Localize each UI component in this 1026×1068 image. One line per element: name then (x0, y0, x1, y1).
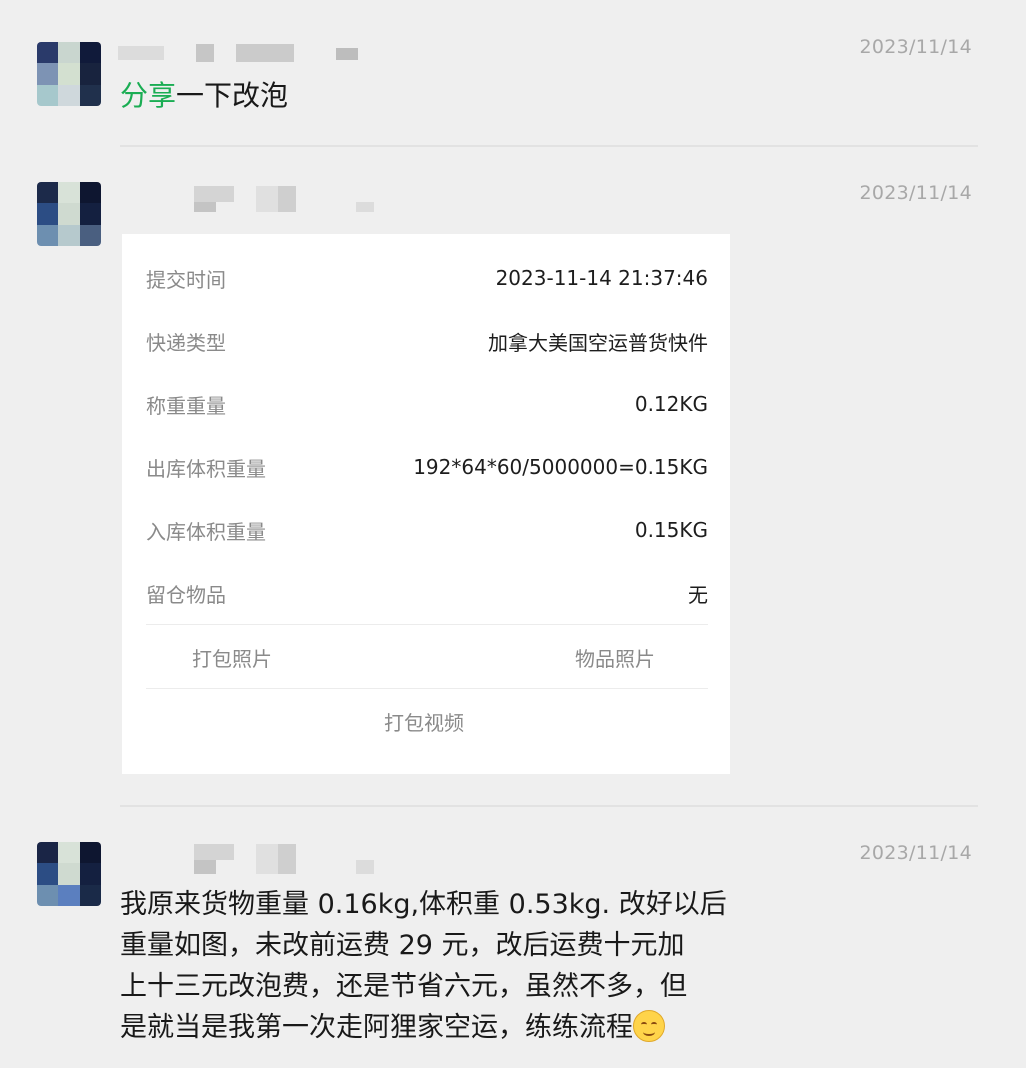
text-line: 我原来货物重量 0.16kg,体积重 0.53kg. 改好以后 (120, 889, 727, 920)
row-submit-time: 提交时间 2023-11-14 21:37:46 (146, 263, 708, 293)
row-outbound-volume-weight: 出库体积重量 192*64*60/5000000=0.15KG (146, 452, 708, 482)
row-weighed-weight: 称重重量 0.12KG (146, 389, 708, 419)
avatar[interactable] (37, 182, 101, 246)
row-label: 快递类型 (146, 330, 226, 355)
pack-video-link[interactable]: 打包视频 (384, 707, 464, 736)
text-line: 上十三元改泡费，还是节省六元，虽然不多，但 (120, 971, 687, 1002)
pack-photo-link[interactable]: 打包照片 (192, 643, 272, 672)
row-label: 留仓物品 (146, 582, 226, 607)
row-label: 称重重量 (146, 393, 226, 418)
row-value: 192*64*60/5000000=0.15KG (413, 455, 708, 479)
row-value: 0.15KG (634, 518, 708, 542)
divider (120, 805, 978, 807)
row-value: 无 (688, 582, 708, 607)
row-retained-items: 留仓物品 无 (146, 578, 708, 608)
comment-text: 我原来货物重量 0.16kg,体积重 0.53kg. 改好以后 重量如图，未改前… (120, 884, 740, 1048)
text-line: 重量如图，未改前运费 29 元，改后运费十元加 (120, 930, 685, 961)
row-value: 加拿大美国空运普货快件 (488, 330, 708, 355)
row-label: 提交时间 (146, 267, 226, 292)
row-label: 入库体积重量 (146, 519, 266, 544)
comment-date: 2023/11/14 (859, 182, 972, 204)
nickname-blurred[interactable] (118, 186, 378, 212)
nickname-blurred[interactable] (118, 42, 378, 68)
card-divider (146, 624, 708, 625)
text-line-last: 是就当是我第一次走阿狸家空运，练练流程 (120, 1007, 740, 1048)
highlight-word[interactable]: 分享 (120, 79, 176, 112)
text-rest: 一下改泡 (176, 79, 289, 112)
text-line: 是就当是我第一次走阿狸家空运，练练流程 (120, 1012, 633, 1043)
nickname-blurred[interactable] (118, 844, 378, 874)
row-express-type: 快递类型 加拿大美国空运普货快件 (146, 326, 708, 356)
avatar[interactable] (37, 842, 101, 906)
parcel-info-card[interactable]: 提交时间 2023-11-14 21:37:46 快递类型 加拿大美国空运普货快… (122, 234, 730, 774)
row-label: 出库体积重量 (146, 456, 266, 481)
row-value: 2023-11-14 21:37:46 (495, 266, 708, 290)
comment-date: 2023/11/14 (859, 842, 972, 864)
row-value: 0.12KG (634, 392, 708, 416)
smiling-face-icon (633, 1010, 665, 1042)
card-divider (146, 688, 708, 689)
comment-text: 分享一下改泡 (120, 76, 288, 116)
row-inbound-volume-weight: 入库体积重量 0.15KG (146, 515, 708, 545)
divider (120, 145, 978, 147)
comment-date: 2023/11/14 (859, 36, 972, 58)
item-photo-link[interactable]: 物品照片 (575, 643, 655, 672)
avatar[interactable] (37, 42, 101, 106)
